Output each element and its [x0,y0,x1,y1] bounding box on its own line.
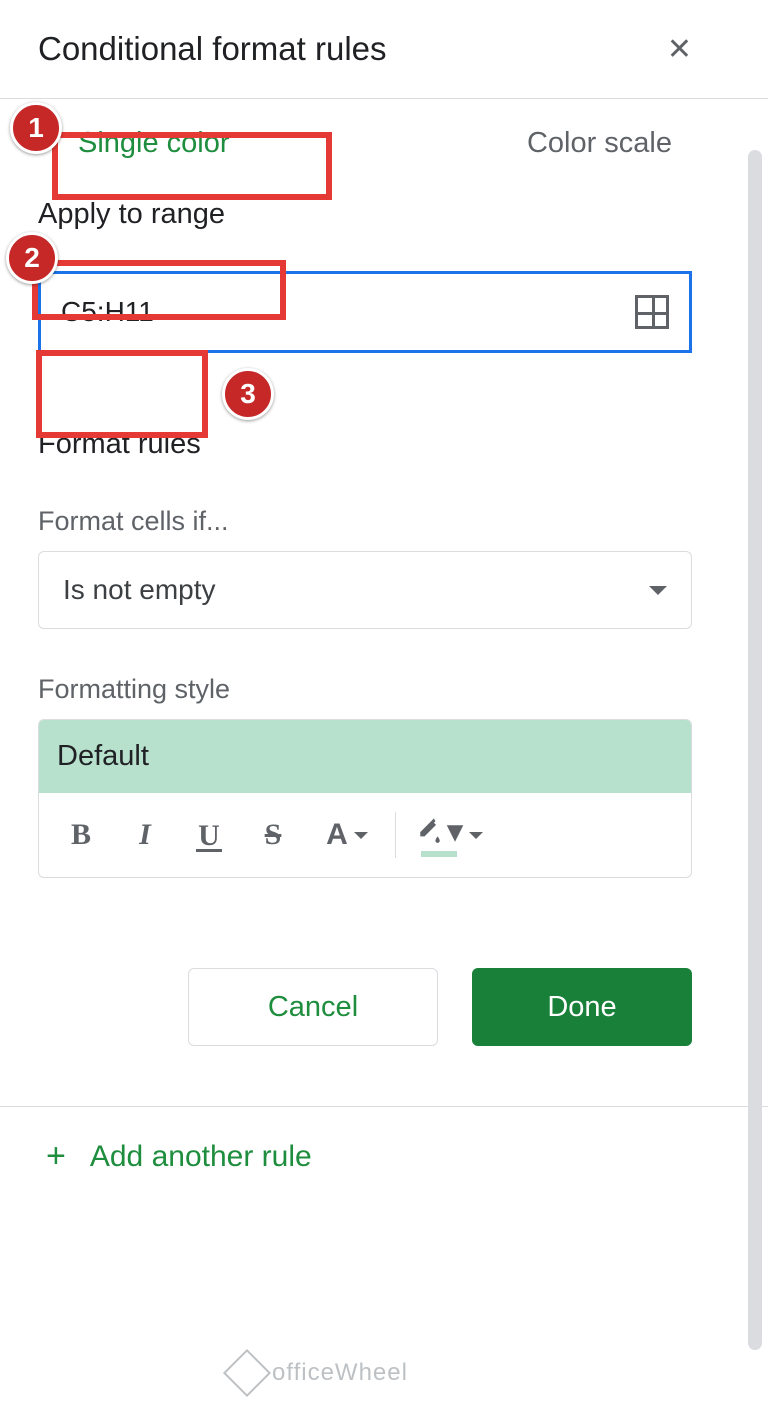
tab-color-scale[interactable]: Color scale [527,127,672,160]
watermark-text: officeWheel [272,1359,408,1387]
formatting-style-box: Default B I U S A ▾ [38,719,692,878]
annotation-badge-3: 3 [222,368,274,420]
chevron-down-icon [469,832,483,839]
done-button[interactable]: Done [472,968,692,1046]
apply-to-range-label: Apply to range [38,198,692,231]
strikethrough-button[interactable]: S [241,807,305,863]
close-icon[interactable]: ✕ [667,32,692,67]
underline-button[interactable]: U [177,807,241,863]
annotation-badge-1: 1 [10,102,62,154]
plus-icon: + [46,1137,66,1176]
formatting-style-label: Formatting style [38,674,692,705]
toolbar-separator [395,812,396,858]
annotation-box-2 [32,260,286,320]
italic-button[interactable]: I [113,807,177,863]
annotation-badge-2: 2 [6,232,58,284]
add-another-rule-button[interactable]: + Add another rule [38,1107,692,1206]
style-preview[interactable]: Default [39,720,691,793]
panel-title: Conditional format rules [38,30,387,68]
annotation-box-3 [36,350,208,438]
format-cells-if-label: Format cells if... [38,506,692,537]
text-color-button[interactable]: A [305,807,389,863]
format-cells-if-select[interactable]: Is not empty [38,551,692,629]
watermark: officeWheel [230,1356,408,1390]
annotation-box-1 [52,132,332,200]
bold-button[interactable]: B [49,807,113,863]
watermark-icon [223,1349,271,1397]
scrollbar[interactable] [748,150,762,1350]
cancel-button[interactable]: Cancel [188,968,438,1046]
paint-bucket-icon [415,818,445,844]
select-range-icon[interactable] [635,295,669,329]
format-cells-if-value: Is not empty [63,574,216,606]
chevron-down-icon [354,832,368,839]
chevron-down-icon [649,586,667,595]
fill-color-button[interactable]: ▾ [402,807,496,863]
add-rule-label: Add another rule [90,1140,312,1174]
